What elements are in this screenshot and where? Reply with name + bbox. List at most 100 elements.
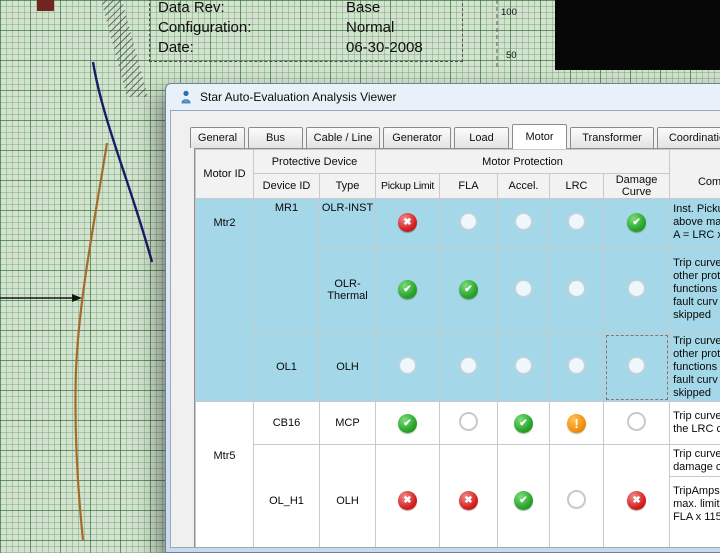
evaluation-table: Motor ID Protective Device Motor Protect…: [195, 149, 720, 548]
accel-cell[interactable]: [498, 199, 550, 247]
pickup-limit-cell[interactable]: [376, 333, 440, 402]
tab-coordination[interactable]: Coordination: [657, 127, 720, 148]
status-icon: ✖: [398, 213, 417, 232]
tab-generator[interactable]: Generator: [383, 127, 451, 148]
fla-cell[interactable]: [440, 199, 498, 247]
status-icon: [398, 356, 417, 375]
info-label: Date:: [158, 39, 194, 56]
comment-cell[interactable]: Trip curve other prot functions fault cu…: [670, 333, 720, 402]
header-comments: Comments: [670, 150, 720, 199]
axis-tick-50: 50: [506, 50, 517, 61]
fla-arrowhead: [72, 294, 82, 302]
hatched-band: [101, 0, 148, 97]
status-icon: ✔: [398, 280, 417, 299]
accel-cell[interactable]: ✔: [498, 402, 550, 445]
tab-bar: General Bus Cable / Line Generator Load …: [190, 124, 720, 148]
status-icon: ✔: [514, 491, 533, 510]
lrc-cell[interactable]: !: [550, 402, 604, 445]
fla-cell[interactable]: ✔: [440, 247, 498, 333]
app-icon: [179, 90, 193, 104]
status-icon: [567, 356, 586, 375]
device-id-cell[interactable]: MR1: [254, 199, 320, 333]
pickup-limit-cell[interactable]: ✔: [376, 402, 440, 445]
window-client-area: General Bus Cable / Line Generator Load …: [170, 110, 720, 548]
fla-cell[interactable]: ✖: [440, 445, 498, 549]
damage-curve-cell[interactable]: ✖: [604, 445, 670, 549]
damage-curve-cell[interactable]: [604, 247, 670, 333]
device-id-cell[interactable]: CB16: [254, 402, 320, 445]
table-row: OL_H1 OLH ✖ ✖ ✔ ✖ Trip curve damage cu: [196, 445, 720, 477]
table-row: OL1 OLH Trip curve other prot functions …: [196, 333, 720, 402]
header-column-row: Device ID Type Pickup Limit FLA Accel. L…: [196, 174, 720, 199]
info-value: Base: [346, 0, 380, 18]
lrc-cell[interactable]: [550, 445, 604, 549]
type-cell[interactable]: OLH: [320, 445, 376, 549]
accel-cell[interactable]: [498, 247, 550, 333]
screen: { "background": { "info_rows": [ { "labe…: [0, 0, 720, 540]
lrc-cell[interactable]: [550, 333, 604, 402]
type-cell[interactable]: OLH: [320, 333, 376, 402]
header-motor-protection: Motor Protection: [376, 150, 670, 174]
motor-tab-panel: Motor ID Protective Device Motor Protect…: [194, 148, 720, 548]
info-value: Normal: [346, 18, 394, 38]
damage-curve-cell-focused[interactable]: [604, 333, 670, 402]
comment-cell[interactable]: Inst. Picku above max A = LRC x: [670, 199, 720, 247]
window-titlebar[interactable]: Star Auto-Evaluation Analysis Viewer: [170, 84, 720, 110]
damage-curve-cell[interactable]: [604, 402, 670, 445]
comment-cell[interactable]: Trip curve other prot functions fault cu…: [670, 247, 720, 333]
type-cell[interactable]: MCP: [320, 402, 376, 445]
status-icon: [567, 490, 586, 509]
tab-bus[interactable]: Bus: [248, 127, 303, 148]
tab-motor[interactable]: Motor: [512, 124, 567, 149]
header-lrc: LRC: [550, 174, 604, 199]
background-maroon-chip: [37, 0, 54, 11]
info-row: Configuration: Normal: [150, 18, 462, 38]
tab-load[interactable]: Load: [454, 127, 509, 148]
type-cell[interactable]: OLR-Thermal: [320, 247, 376, 333]
status-icon: [627, 279, 646, 298]
device-id-cell[interactable]: OL1: [254, 333, 320, 402]
header-accel: Accel.: [498, 174, 550, 199]
damage-curve-cell[interactable]: ✔: [604, 199, 670, 247]
fla-cell[interactable]: [440, 333, 498, 402]
status-icon: ✖: [459, 491, 478, 510]
background-dark-panel: [555, 0, 720, 70]
comment-cell[interactable]: Trip curve damage cu: [670, 445, 720, 477]
info-row: Date: 06-30-2008: [150, 38, 462, 58]
header-fla: FLA: [440, 174, 498, 199]
fla-cell[interactable]: [440, 402, 498, 445]
type-cell[interactable]: OLR-INST: [320, 199, 376, 247]
pickup-limit-cell[interactable]: ✔: [376, 247, 440, 333]
info-value: 06-30-2008: [346, 38, 423, 58]
comment-cell[interactable]: Trip curve the LRC c: [670, 402, 720, 445]
motor-id-cell[interactable]: Mtr2: [196, 199, 254, 402]
axis-tick-100: 100: [501, 7, 517, 18]
accel-cell[interactable]: ✔: [498, 445, 550, 549]
header-damage-curve: Damage Curve: [604, 174, 670, 199]
status-icon: [567, 279, 586, 298]
status-icon: ✔: [459, 280, 478, 299]
tab-general[interactable]: General: [190, 127, 245, 148]
status-icon: [514, 212, 533, 231]
lrc-cell[interactable]: [550, 247, 604, 333]
pickup-limit-cell[interactable]: ✖: [376, 199, 440, 247]
header-device-id: Device ID: [254, 174, 320, 199]
relay-curve-navy: [93, 62, 152, 262]
pickup-limit-cell[interactable]: ✖: [376, 445, 440, 549]
lrc-cell[interactable]: [550, 199, 604, 247]
status-icon: [514, 279, 533, 298]
motor-id-cell[interactable]: Mtr5: [196, 402, 254, 549]
table-row: Mtr2 MR1 OLR-INST ✖ ✔ Inst. Picku above …: [196, 199, 720, 247]
status-icon: !: [567, 414, 586, 433]
header-type: Type: [320, 174, 376, 199]
header-protective-device: Protective Device: [254, 150, 376, 174]
device-id-cell[interactable]: OL_H1: [254, 445, 320, 549]
window-title: Star Auto-Evaluation Analysis Viewer: [200, 90, 397, 104]
tab-transformer[interactable]: Transformer: [570, 127, 654, 148]
tab-cable-line[interactable]: Cable / Line: [306, 127, 380, 148]
analysis-viewer-window: Star Auto-Evaluation Analysis Viewer Gen…: [165, 83, 720, 553]
info-label: Data Rev:: [158, 0, 225, 16]
comment-cell[interactable]: TripAmps max. limit FLA x 115: [670, 477, 720, 549]
header-pickup-limit: Pickup Limit: [376, 174, 440, 199]
accel-cell[interactable]: [498, 333, 550, 402]
